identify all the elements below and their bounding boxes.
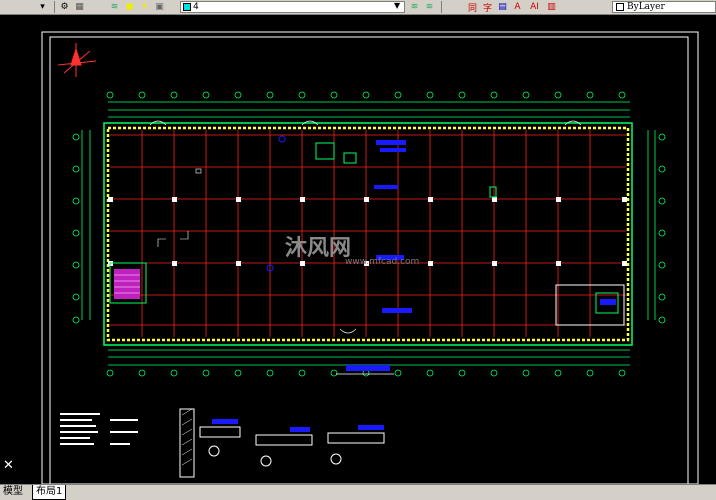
watermark: 沐风网	[285, 236, 352, 261]
lock-icon[interactable]: ▣	[153, 1, 166, 13]
text-scale-icon[interactable]: ▤	[496, 1, 509, 13]
drawing-canvas[interactable]	[0, 15, 716, 484]
sun-icon[interactable]: ☀	[138, 1, 151, 13]
text-find-button[interactable]: AI	[526, 1, 543, 13]
text-spell-icon[interactable]: ▥	[545, 1, 558, 13]
stair-left	[109, 262, 147, 304]
structural-grid	[110, 130, 626, 337]
toolbar: ▾ ⚙ ▦ ≋ ● ☀ ▣ 4 ▼ ≋ ≋ 同 字 ▤ A AI ▥ ByLay…	[0, 0, 716, 15]
layer-state-tools: ≋ ≋	[408, 0, 445, 14]
left-tools: ▾ ⚙ ▦	[36, 0, 88, 14]
linetype-color-swatch	[616, 3, 624, 11]
layer-tools: ≋ ● ☀ ▣	[108, 0, 168, 14]
general-notes	[60, 413, 138, 445]
dimension-lines	[81, 101, 656, 366]
wall-section-details	[179, 408, 385, 478]
text-tools: 同 字 ▤ A AI ▥	[466, 0, 560, 14]
layer-dropdown-arrow-icon[interactable]: ▼	[394, 1, 400, 10]
plan-title	[336, 365, 394, 375]
watermark-url: www.mfcad.com	[345, 257, 420, 267]
lightbulb-icon[interactable]: ●	[123, 1, 136, 13]
toolbar-separator	[441, 1, 442, 13]
linetype-value: ByLayer	[627, 2, 665, 12]
layout-tabs: 模型 布局1	[0, 484, 716, 500]
gear-icon[interactable]: ⚙	[58, 1, 71, 13]
linetype-dropdown[interactable]: ByLayer	[612, 1, 716, 13]
layer-name: 4	[193, 2, 199, 12]
layer-dropdown[interactable]: 4	[180, 1, 405, 13]
ucs-axis-icon: ✕	[3, 458, 14, 473]
layer-color-swatch	[183, 3, 191, 11]
toolbar-separator	[54, 1, 55, 13]
layer-states-icon[interactable]: ≋	[423, 1, 436, 13]
columns	[108, 197, 627, 266]
text-style-button[interactable]: 同	[466, 1, 479, 14]
tab-layout1[interactable]: 布局1	[32, 485, 67, 500]
layer-previous-icon[interactable]: ≋	[408, 1, 421, 13]
exterior-wall	[106, 126, 630, 342]
layer-icon[interactable]: ▦	[73, 1, 86, 13]
north-arrow-icon	[57, 43, 97, 77]
doors	[149, 120, 582, 334]
tab-model[interactable]: 模型	[0, 485, 26, 499]
layer-manager-icon[interactable]: ≋	[108, 1, 121, 13]
building-outline	[103, 122, 633, 346]
dropdown-arrow-icon[interactable]: ▾	[36, 1, 49, 13]
text-edit-button[interactable]: 字	[481, 1, 494, 14]
text-justify-button[interactable]: A	[511, 1, 524, 13]
